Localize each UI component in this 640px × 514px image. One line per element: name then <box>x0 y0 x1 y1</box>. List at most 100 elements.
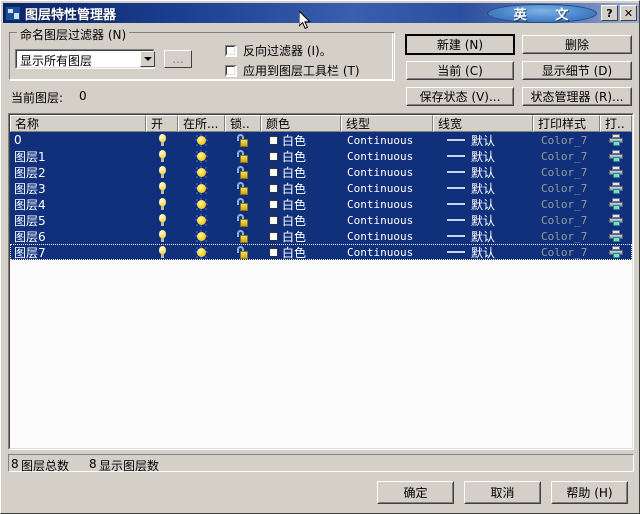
printer-icon[interactable] <box>609 246 623 258</box>
layer-freeze-cell[interactable] <box>178 196 225 212</box>
invert-filter-checkbox-row[interactable]: 反向过滤器 (I)。 <box>225 42 332 59</box>
layer-color-cell[interactable]: 白色 <box>261 180 341 196</box>
ok-button[interactable]: 确定 <box>377 481 454 504</box>
layer-plotstyle-cell[interactable]: Color_7 <box>533 148 600 164</box>
layer-plot-cell[interactable] <box>600 212 632 228</box>
unlock-icon[interactable] <box>237 197 249 211</box>
layer-on-cell[interactable] <box>146 244 178 260</box>
state-manager-button[interactable]: 状态管理器 (R)... <box>522 87 632 106</box>
layer-linetype-cell[interactable]: Continuous <box>341 132 433 148</box>
table-row[interactable]: 图层4 白色 Continuous 默认 Color_7 <box>10 196 632 212</box>
layer-name-cell[interactable]: 图层2 <box>10 164 146 180</box>
printer-icon[interactable] <box>609 198 623 210</box>
delete-layer-button[interactable]: 删除 <box>522 35 632 54</box>
filter-ellipsis-button[interactable]: ... <box>164 50 192 68</box>
layer-color-cell[interactable]: 白色 <box>261 196 341 212</box>
layer-plot-cell[interactable] <box>600 180 632 196</box>
column-header-4[interactable]: 颜色 <box>261 115 341 132</box>
layer-name-cell[interactable]: 图层7 <box>10 244 146 260</box>
unlock-icon[interactable] <box>237 229 249 243</box>
layer-on-cell[interactable] <box>146 132 178 148</box>
layer-name-cell[interactable]: 图层3 <box>10 180 146 196</box>
bulb-on-icon[interactable] <box>158 182 167 194</box>
color-swatch[interactable] <box>269 199 278 209</box>
save-state-button[interactable]: 保存状态 (V)... <box>406 87 514 106</box>
table-row[interactable]: 图层1 白色 Continuous 默认 Color_7 <box>10 148 632 164</box>
layer-on-cell[interactable] <box>146 148 178 164</box>
sun-icon[interactable] <box>195 165 208 179</box>
sun-icon[interactable] <box>195 229 208 243</box>
printer-icon[interactable] <box>609 230 623 242</box>
apply-to-toolbar-checkbox[interactable] <box>225 64 237 77</box>
column-header-1[interactable]: 开 <box>146 115 178 132</box>
layer-list-rows[interactable]: 0 白色 Continuous 默认 Color_7 图层1 白色 Continuous 默认 C… <box>10 132 632 448</box>
color-swatch[interactable] <box>269 135 278 145</box>
layer-lock-cell[interactable] <box>225 196 261 212</box>
bulb-on-icon[interactable] <box>158 166 167 178</box>
layer-linetype-cell[interactable]: Continuous <box>341 212 433 228</box>
column-header-3[interactable]: 锁.. <box>225 115 261 132</box>
layer-lock-cell[interactable] <box>225 132 261 148</box>
unlock-icon[interactable] <box>237 133 249 147</box>
bulb-on-icon[interactable] <box>158 150 167 162</box>
title-bar[interactable]: 图层特性管理器 英 文 ? ✕ <box>3 3 639 23</box>
color-swatch[interactable] <box>269 183 278 193</box>
color-swatch[interactable] <box>269 167 278 177</box>
layer-color-cell[interactable]: 白色 <box>261 228 341 244</box>
table-row[interactable]: 图层7 白色 Continuous 默认 Color_7 <box>10 244 632 260</box>
layer-linetype-cell[interactable]: Continuous <box>341 164 433 180</box>
printer-icon[interactable] <box>609 182 623 194</box>
column-header-0[interactable]: 名称 <box>10 115 146 132</box>
unlock-icon[interactable] <box>237 165 249 179</box>
set-current-button[interactable]: 当前 (C) <box>406 61 514 80</box>
show-details-button[interactable]: 显示细节 (D) <box>522 61 632 80</box>
layer-lineweight-cell[interactable]: 默认 <box>433 196 533 212</box>
bulb-on-icon[interactable] <box>158 198 167 210</box>
unlock-icon[interactable] <box>237 245 249 259</box>
column-header-7[interactable]: 打印样式 <box>533 115 600 132</box>
sun-icon[interactable] <box>195 197 208 211</box>
layer-lock-cell[interactable] <box>225 228 261 244</box>
color-swatch[interactable] <box>269 151 278 161</box>
layer-color-cell[interactable]: 白色 <box>261 212 341 228</box>
help-button[interactable]: 帮助 (H) <box>551 481 628 504</box>
layer-lineweight-cell[interactable]: 默认 <box>433 212 533 228</box>
layer-name-cell[interactable]: 图层1 <box>10 148 146 164</box>
layer-lock-cell[interactable] <box>225 244 261 260</box>
layer-linetype-cell[interactable]: Continuous <box>341 244 433 260</box>
layer-list-header[interactable]: 名称 开 在所... 锁.. 颜色 线型 线宽 打印样式 打.. <box>10 115 632 132</box>
bulb-on-icon[interactable] <box>158 134 167 146</box>
layer-lineweight-cell[interactable]: 默认 <box>433 228 533 244</box>
cancel-button[interactable]: 取消 <box>464 481 541 504</box>
layer-on-cell[interactable] <box>146 228 178 244</box>
printer-icon[interactable] <box>609 166 623 178</box>
layer-freeze-cell[interactable] <box>178 212 225 228</box>
layer-plot-cell[interactable] <box>600 244 632 260</box>
layer-plot-cell[interactable] <box>600 164 632 180</box>
layer-color-cell[interactable]: 白色 <box>261 132 341 148</box>
layer-color-cell[interactable]: 白色 <box>261 148 341 164</box>
new-layer-button[interactable]: 新建 (N) <box>405 34 515 55</box>
layer-linetype-cell[interactable]: Continuous <box>341 196 433 212</box>
layer-linetype-cell[interactable]: Continuous <box>341 180 433 196</box>
column-header-5[interactable]: 线型 <box>341 115 433 132</box>
chevron-down-icon[interactable] <box>140 51 155 67</box>
table-row[interactable]: 图层3 白色 Continuous 默认 Color_7 <box>10 180 632 196</box>
bulb-on-icon[interactable] <box>158 230 167 242</box>
printer-icon[interactable] <box>609 134 623 146</box>
layer-lock-cell[interactable] <box>225 148 261 164</box>
unlock-icon[interactable] <box>237 149 249 163</box>
sun-icon[interactable] <box>195 149 208 163</box>
layer-name-cell[interactable]: 图层5 <box>10 212 146 228</box>
layer-lock-cell[interactable] <box>225 180 261 196</box>
layer-plotstyle-cell[interactable]: Color_7 <box>533 244 600 260</box>
layer-on-cell[interactable] <box>146 180 178 196</box>
language-badge[interactable]: 英 文 <box>487 3 597 23</box>
layer-plotstyle-cell[interactable]: Color_7 <box>533 212 600 228</box>
layer-plotstyle-cell[interactable]: Color_7 <box>533 196 600 212</box>
layer-plot-cell[interactable] <box>600 196 632 212</box>
invert-filter-checkbox[interactable] <box>225 44 237 57</box>
layer-plotstyle-cell[interactable]: Color_7 <box>533 228 600 244</box>
column-header-6[interactable]: 线宽 <box>433 115 533 132</box>
layer-linetype-cell[interactable]: Continuous <box>341 228 433 244</box>
